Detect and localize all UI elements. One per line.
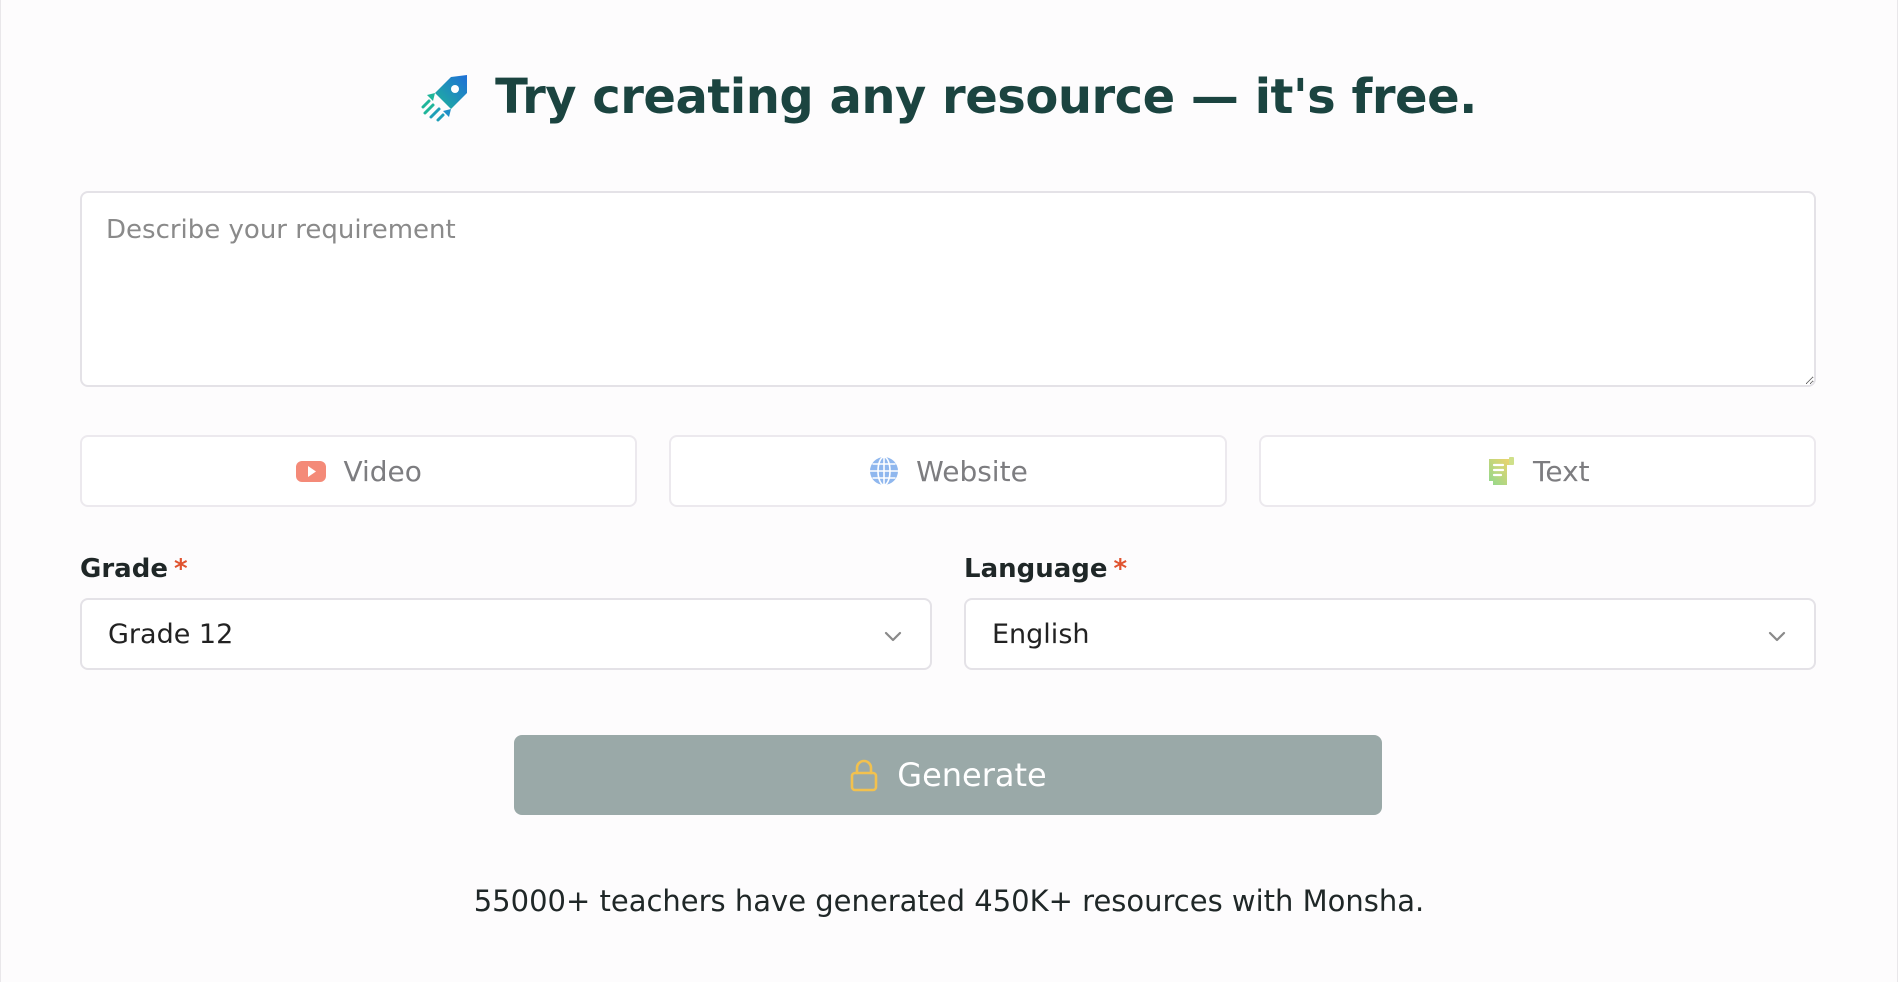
- globe-icon: [868, 455, 900, 487]
- grade-label-text: Grade: [80, 554, 168, 584]
- header: Try creating any resource — it's free.: [1, 62, 1897, 132]
- requirement-input[interactable]: [80, 191, 1816, 387]
- required-marker: *: [1113, 554, 1128, 584]
- language-select[interactable]: English: [964, 598, 1816, 670]
- text-source-button[interactable]: Text: [1258, 435, 1816, 507]
- required-marker: *: [173, 554, 188, 584]
- page: Try creating any resource — it's free. V…: [0, 0, 1898, 982]
- language-field: Language * English: [964, 552, 1816, 670]
- grade-selected-value: Grade 12: [108, 618, 234, 650]
- rocket-icon: [421, 71, 473, 123]
- website-source-label: Website: [916, 454, 1028, 488]
- youtube-icon: [295, 455, 327, 487]
- language-label-text: Language: [964, 554, 1108, 584]
- generate-label: Generate: [897, 756, 1047, 794]
- video-source-button[interactable]: Video: [80, 435, 638, 507]
- video-source-label: Video: [343, 454, 422, 488]
- requirement-field-wrapper: [80, 191, 1816, 387]
- grade-field: Grade * Grade 12: [80, 552, 932, 670]
- text-source-label: Text: [1533, 454, 1590, 488]
- language-selected-value: English: [992, 618, 1090, 650]
- grade-label: Grade *: [80, 552, 932, 586]
- grade-select[interactable]: Grade 12: [80, 598, 932, 670]
- chevron-down-icon: [882, 623, 904, 645]
- generate-button[interactable]: Generate: [514, 735, 1382, 815]
- social-proof-text: 55000+ teachers have generated 450K+ res…: [473, 884, 1425, 918]
- document-icon: [1485, 455, 1517, 487]
- source-options: Video Website Text: [80, 435, 1816, 507]
- page-title: Try creating any resource — it's free.: [495, 69, 1477, 125]
- website-source-button[interactable]: Website: [669, 435, 1227, 507]
- lock-icon: [849, 758, 879, 792]
- chevron-down-icon: [1766, 623, 1788, 645]
- language-label: Language *: [964, 552, 1816, 586]
